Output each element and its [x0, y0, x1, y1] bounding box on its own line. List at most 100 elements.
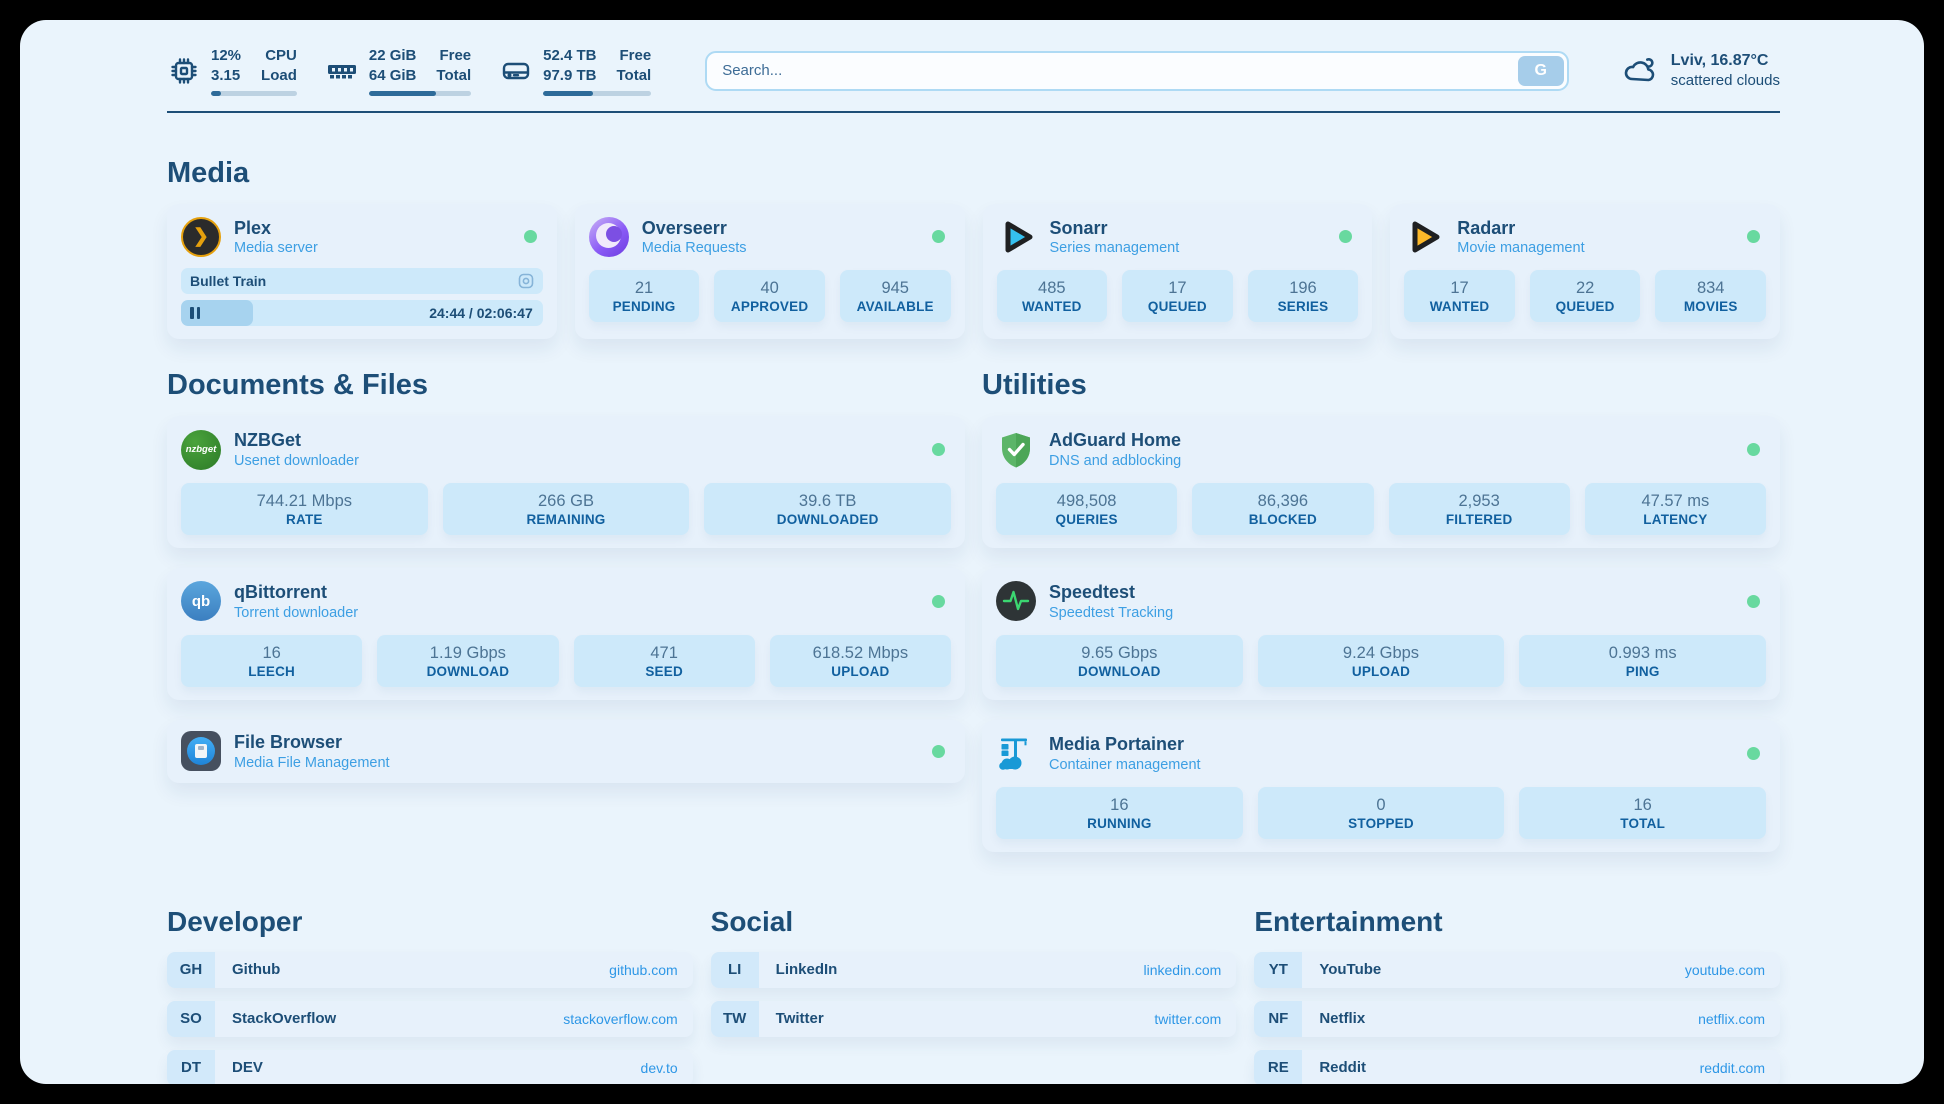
link-badge: LI: [711, 952, 759, 988]
app-subtitle: Media File Management: [234, 754, 390, 772]
status-dot: [932, 443, 945, 456]
card-speedtest[interactable]: Speedtest Speedtest Tracking 9.65 Gbps D…: [982, 568, 1780, 700]
card-adguard[interactable]: AdGuard Home DNS and adblocking 498,508 …: [982, 416, 1780, 548]
link-badge: DT: [167, 1050, 215, 1084]
disk-widget: 52.4 TB 97.9 TB Free Total: [499, 46, 651, 96]
playback-time: 24:44 / 02:06:47: [429, 300, 533, 326]
app-title: Overseerr: [642, 217, 747, 240]
app-title: File Browser: [234, 731, 390, 754]
adguard-shield-icon: [996, 430, 1036, 470]
status-dot: [524, 230, 537, 243]
link-badge: SO: [167, 1001, 215, 1037]
ram-icon: [325, 54, 359, 88]
stat-latency: 47.57 ms LATENCY: [1585, 483, 1766, 535]
search-engine-button[interactable]: G: [1518, 56, 1564, 86]
stat-wanted: 485 WANTED: [997, 270, 1108, 322]
link-reddit[interactable]: RE Reddit reddit.com: [1254, 1050, 1780, 1084]
link-badge: YT: [1254, 952, 1302, 988]
app-subtitle: Speedtest Tracking: [1049, 604, 1173, 622]
playback-progress-bar: 24:44 / 02:06:47: [181, 300, 543, 326]
link-badge: TW: [711, 1001, 759, 1037]
section-entertainment: Entertainment YT YouTube youtube.com NF …: [1254, 906, 1780, 1084]
stat-rate: 744.21 Mbps RATE: [181, 483, 428, 535]
hard-drive-icon: [499, 54, 533, 88]
nzbget-icon: nzbget: [181, 430, 221, 470]
sonarr-icon: [997, 217, 1037, 257]
link-youtube[interactable]: YT YouTube youtube.com: [1254, 952, 1780, 988]
search-bar: G: [705, 51, 1569, 91]
app-title: qBittorrent: [234, 581, 358, 604]
search-input[interactable]: [705, 51, 1569, 91]
app-subtitle: Media Requests: [642, 239, 747, 257]
app-title: AdGuard Home: [1049, 429, 1181, 452]
card-plex[interactable]: ❯ Plex Media server Bullet Train: [167, 204, 557, 340]
card-filebrowser[interactable]: File Browser Media File Management: [167, 720, 965, 783]
stat-queued: 17 QUEUED: [1122, 270, 1233, 322]
section-title-social: Social: [711, 906, 1237, 938]
link-twitter[interactable]: TW Twitter twitter.com: [711, 1001, 1237, 1037]
disk-progress-bar: [543, 91, 651, 96]
link-dev[interactable]: DT DEV dev.to: [167, 1050, 693, 1084]
plex-icon: ❯: [181, 217, 221, 257]
stat-queued: 22 QUEUED: [1530, 270, 1641, 322]
app-title: Plex: [234, 217, 318, 240]
app-subtitle: Torrent downloader: [234, 604, 358, 622]
card-portainer[interactable]: Media Portainer Container management 16 …: [982, 720, 1780, 852]
section-title-developer: Developer: [167, 906, 693, 938]
stat-available: 945 AVAILABLE: [840, 270, 951, 322]
stat-ping: 0.993 ms PING: [1519, 635, 1766, 687]
speedtest-pulse-icon: [996, 581, 1036, 621]
status-dot: [1747, 230, 1760, 243]
card-nzbget[interactable]: nzbget NZBGet Usenet downloader 744.21 M…: [167, 416, 965, 548]
section-title-utilities: Utilities: [982, 369, 1780, 402]
status-dot: [932, 595, 945, 608]
weather-widget: Lviv, 16.87°C scattered clouds: [1621, 51, 1780, 91]
link-github[interactable]: GH Github github.com: [167, 952, 693, 988]
weather-condition: scattered clouds: [1671, 71, 1780, 91]
cpu-widget: 12% 3.15 CPU Load: [167, 46, 297, 96]
link-badge: NF: [1254, 1001, 1302, 1037]
cpu-label: CPU: [261, 46, 297, 66]
link-stackoverflow[interactable]: SO StackOverflow stackoverflow.com: [167, 1001, 693, 1037]
section-social: Social LI LinkedIn linkedin.com TW Twitt…: [711, 906, 1237, 1084]
stat-wanted: 17 WANTED: [1404, 270, 1515, 322]
stat-remaining: 266 GB REMAINING: [443, 483, 690, 535]
cpu-load-label: Load: [261, 66, 297, 86]
now-playing-title: Bullet Train: [190, 273, 266, 289]
pause-icon: [190, 307, 200, 319]
dashboard-page: 12% 3.15 CPU Load: [20, 20, 1924, 1084]
link-netflix[interactable]: NF Netflix netflix.com: [1254, 1001, 1780, 1037]
stat-leech: 16 LEECH: [181, 635, 362, 687]
link-badge: RE: [1254, 1050, 1302, 1084]
ram-progress-bar: [369, 91, 471, 96]
disk-free-value: 52.4 TB: [543, 46, 596, 66]
stat-stopped: 0 STOPPED: [1258, 787, 1505, 839]
section-title-documents: Documents & Files: [167, 369, 965, 402]
ram-free-value: 22 GiB: [369, 46, 417, 66]
card-radarr[interactable]: Radarr Movie management 17 WANTED 22 QUE…: [1390, 204, 1780, 340]
status-dot: [1747, 595, 1760, 608]
stat-queries: 498,508 QUERIES: [996, 483, 1177, 535]
stat-upload: 618.52 Mbps UPLOAD: [770, 635, 951, 687]
disk-total-label: Total: [616, 66, 651, 86]
status-dot: [1339, 230, 1352, 243]
app-title: Speedtest: [1049, 581, 1173, 604]
cpu-percent: 12%: [211, 46, 241, 66]
card-sonarr[interactable]: Sonarr Series management 485 WANTED 17 Q…: [983, 204, 1373, 340]
ram-total-value: 64 GiB: [369, 66, 417, 86]
stat-filtered: 2,953 FILTERED: [1389, 483, 1570, 535]
stat-total: 16 TOTAL: [1519, 787, 1766, 839]
card-qbittorrent[interactable]: qb qBittorrent Torrent downloader 16 LEE…: [167, 568, 965, 700]
app-title: Radarr: [1457, 217, 1584, 240]
cast-icon[interactable]: [518, 273, 534, 289]
section-media: Media ❯ Plex Media server Bullet Train: [167, 157, 1780, 340]
stat-approved: 40 APPROVED: [714, 270, 825, 322]
filebrowser-icon: [181, 731, 221, 771]
stat-blocked: 86,396 BLOCKED: [1192, 483, 1373, 535]
card-overseerr[interactable]: Overseerr Media Requests 21 PENDING 40 A…: [575, 204, 965, 340]
disk-progress-fill: [543, 91, 593, 96]
link-linkedin[interactable]: LI LinkedIn linkedin.com: [711, 952, 1237, 988]
stat-downloaded: 39.6 TB DOWNLOADED: [704, 483, 951, 535]
overseerr-icon: [589, 217, 629, 257]
cpu-progress-bar: [211, 91, 297, 96]
